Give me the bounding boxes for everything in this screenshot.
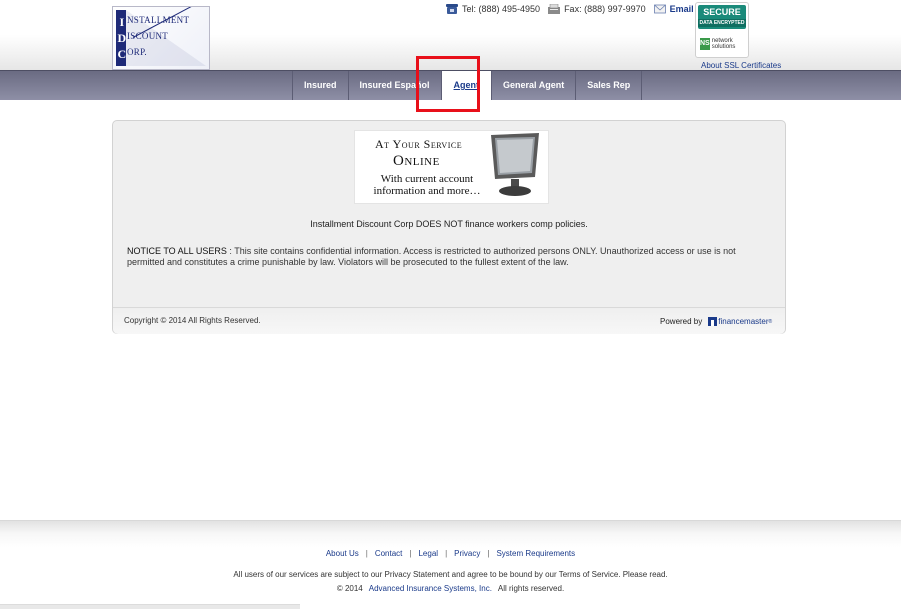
bottom-scroll-strip (0, 604, 300, 609)
notice-lead: NOTICE TO ALL USERS (127, 246, 227, 256)
main-nav: Insured Insured Español Agent General Ag… (0, 70, 901, 100)
tab-sales-rep[interactable]: Sales Rep (575, 71, 643, 100)
logo-cap-3: C (117, 47, 127, 61)
contact-bar: Tel: (888) 495-4950 Fax: (888) 997-9970 … (446, 2, 716, 16)
about-ssl-link[interactable]: About SSL Certificates (701, 61, 781, 70)
logo-cap-2: D (117, 31, 127, 45)
service-banner: At Your Service Online With current acco… (354, 130, 549, 204)
contact-tel: Tel: (888) 495-4950 (446, 4, 540, 14)
contact-fax: Fax: (888) 997-9970 (548, 4, 646, 14)
logo-line-3: ORP. (127, 47, 147, 57)
powered-by: Powered by financemaster ® (660, 317, 772, 326)
panel-copyright: Copyright © 2014 All Rights Reserved. (124, 316, 261, 325)
tel-text: Tel: (888) 495-4950 (462, 4, 541, 14)
logo-cap-1: I (119, 15, 125, 29)
financemaster-logo[interactable]: financemaster ® (708, 317, 772, 326)
workers-comp-note: Installment Discount Corp DOES NOT finan… (310, 219, 588, 229)
footer-link-system-requirements[interactable]: System Requirements (496, 549, 575, 558)
tab-insured-espanol[interactable]: Insured Español (347, 71, 441, 100)
company-logo[interactable]: I NSTALLMENT D ISCOUNT C ORP. (112, 6, 210, 70)
secure-subtitle: DATA ENCRYPTED (698, 19, 746, 27)
logo-line-2: ISCOUNT (127, 31, 169, 41)
network-solutions-label: network solutions (711, 38, 736, 50)
email-icon (653, 4, 666, 14)
banner-line-2: Online (393, 153, 440, 169)
footer-link-legal[interactable]: Legal (418, 549, 438, 558)
tab-general-agent[interactable]: General Agent (491, 71, 575, 100)
footer-copy-prefix: © 2014 (336, 584, 363, 593)
secure-title: SECURE (703, 7, 741, 17)
footer-link-privacy[interactable]: Privacy (454, 549, 480, 558)
panel-footer: Copyright © 2014 All Rights Reserved. Po… (113, 307, 785, 334)
powered-by-label: Powered by (660, 317, 703, 326)
footer-links: About Us | Contact | Legal | Privacy | System Re… (325, 549, 576, 558)
tab-insured[interactable]: Insured (292, 71, 348, 100)
monitor-icon (491, 133, 539, 196)
logo-line-1: NSTALLMENT (127, 15, 190, 25)
secure-badge[interactable]: SECURE DATA ENCRYPTED NS network solutio… (695, 2, 749, 58)
fax-text: Fax: (888) 997-9970 (564, 4, 646, 14)
phone-icon (446, 4, 458, 14)
financemaster-label: financemaster (718, 317, 769, 326)
nav-tabs: Insured Insured Español Agent General Ag… (292, 71, 643, 100)
financemaster-icon (708, 317, 718, 326)
tab-agent[interactable]: Agent (440, 71, 492, 100)
main-panel: At Your Service Online With current acco… (112, 120, 786, 334)
footer-link-about-us[interactable]: About Us (326, 549, 359, 558)
footer-company-link[interactable]: Advanced Insurance Systems, Inc. (369, 584, 492, 593)
footer-terms: All users of our services are subject to… (233, 570, 668, 579)
footer-copy-suffix: All rights reserved. (497, 584, 565, 593)
notice-text: NOTICE TO ALL USERS : This site contains… (127, 246, 757, 268)
page-footer: About Us | Contact | Legal | Privacy | System Re… (0, 520, 901, 609)
footer-link-contact[interactable]: Contact (375, 549, 403, 558)
header: I NSTALLMENT D ISCOUNT C ORP. Tel: (888)… (0, 0, 901, 70)
banner-line-3: With current account information and mor… (373, 173, 481, 197)
fax-icon (548, 4, 561, 14)
network-solutions-icon: NS (700, 38, 710, 50)
footer-copyright: © 2014 Advanced Insurance Systems, Inc. Al… (0, 584, 901, 593)
banner-line-1: At Your Service (375, 137, 463, 151)
